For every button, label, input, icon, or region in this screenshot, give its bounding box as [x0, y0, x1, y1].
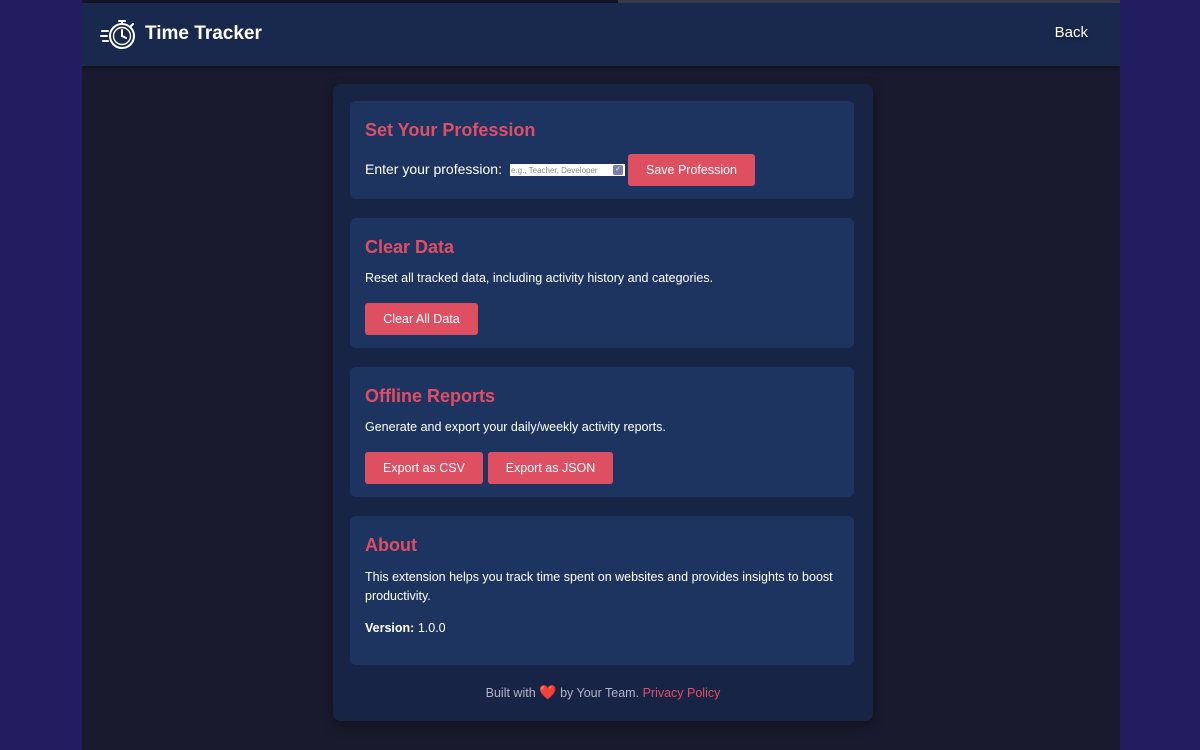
version-value: 1.0.0	[417, 621, 446, 635]
autofill-icon[interactable]: ✓	[613, 165, 623, 175]
footer: Built with ❤️ by Your Team. Privacy Poli…	[333, 684, 873, 701]
version-line: Version: 1.0.0	[365, 619, 446, 638]
app-title: Time Tracker	[145, 23, 262, 44]
app-header: Time Tracker Back	[82, 3, 1120, 66]
version-label: Version:	[365, 621, 415, 635]
clear-all-data-button[interactable]: Clear All Data	[365, 303, 478, 335]
offline-reports-heading: Offline Reports	[365, 386, 496, 406]
footer-suffix: by Your Team.	[560, 686, 640, 700]
privacy-policy-link[interactable]: Privacy Policy	[643, 686, 721, 700]
footer-prefix: Built with	[485, 686, 536, 700]
offline-reports-description: Generate and export your daily/weekly ac…	[365, 420, 666, 434]
clear-data-card: Clear Data Reset all tracked data, inclu…	[350, 218, 854, 348]
stopwatch-icon	[100, 20, 135, 49]
export-json-button[interactable]: Export as JSON	[488, 452, 613, 484]
offline-reports-card: Offline Reports Generate and export your…	[350, 367, 854, 497]
export-csv-button[interactable]: Export as CSV	[365, 452, 483, 484]
clear-data-heading: Clear Data	[365, 237, 455, 257]
extension-window: Time Tracker Back Set Your Profession En…	[82, 0, 1120, 750]
back-button[interactable]: Back	[1055, 24, 1088, 41]
about-heading: About	[365, 535, 417, 555]
heart-icon: ❤️	[539, 684, 557, 700]
profession-input[interactable]	[510, 164, 625, 176]
profession-card: Set Your Profession Enter your professio…	[350, 101, 854, 199]
profession-label: Enter your profession:	[365, 161, 502, 177]
save-profession-button[interactable]: Save Profession	[628, 154, 755, 186]
clear-data-description: Reset all tracked data, including activi…	[365, 271, 714, 285]
about-card: About This extension helps you track tim…	[350, 516, 854, 665]
settings-panel: Set Your Profession Enter your professio…	[333, 84, 873, 721]
about-description: This extension helps you track time spen…	[365, 570, 833, 603]
profession-heading: Set Your Profession	[365, 120, 536, 140]
